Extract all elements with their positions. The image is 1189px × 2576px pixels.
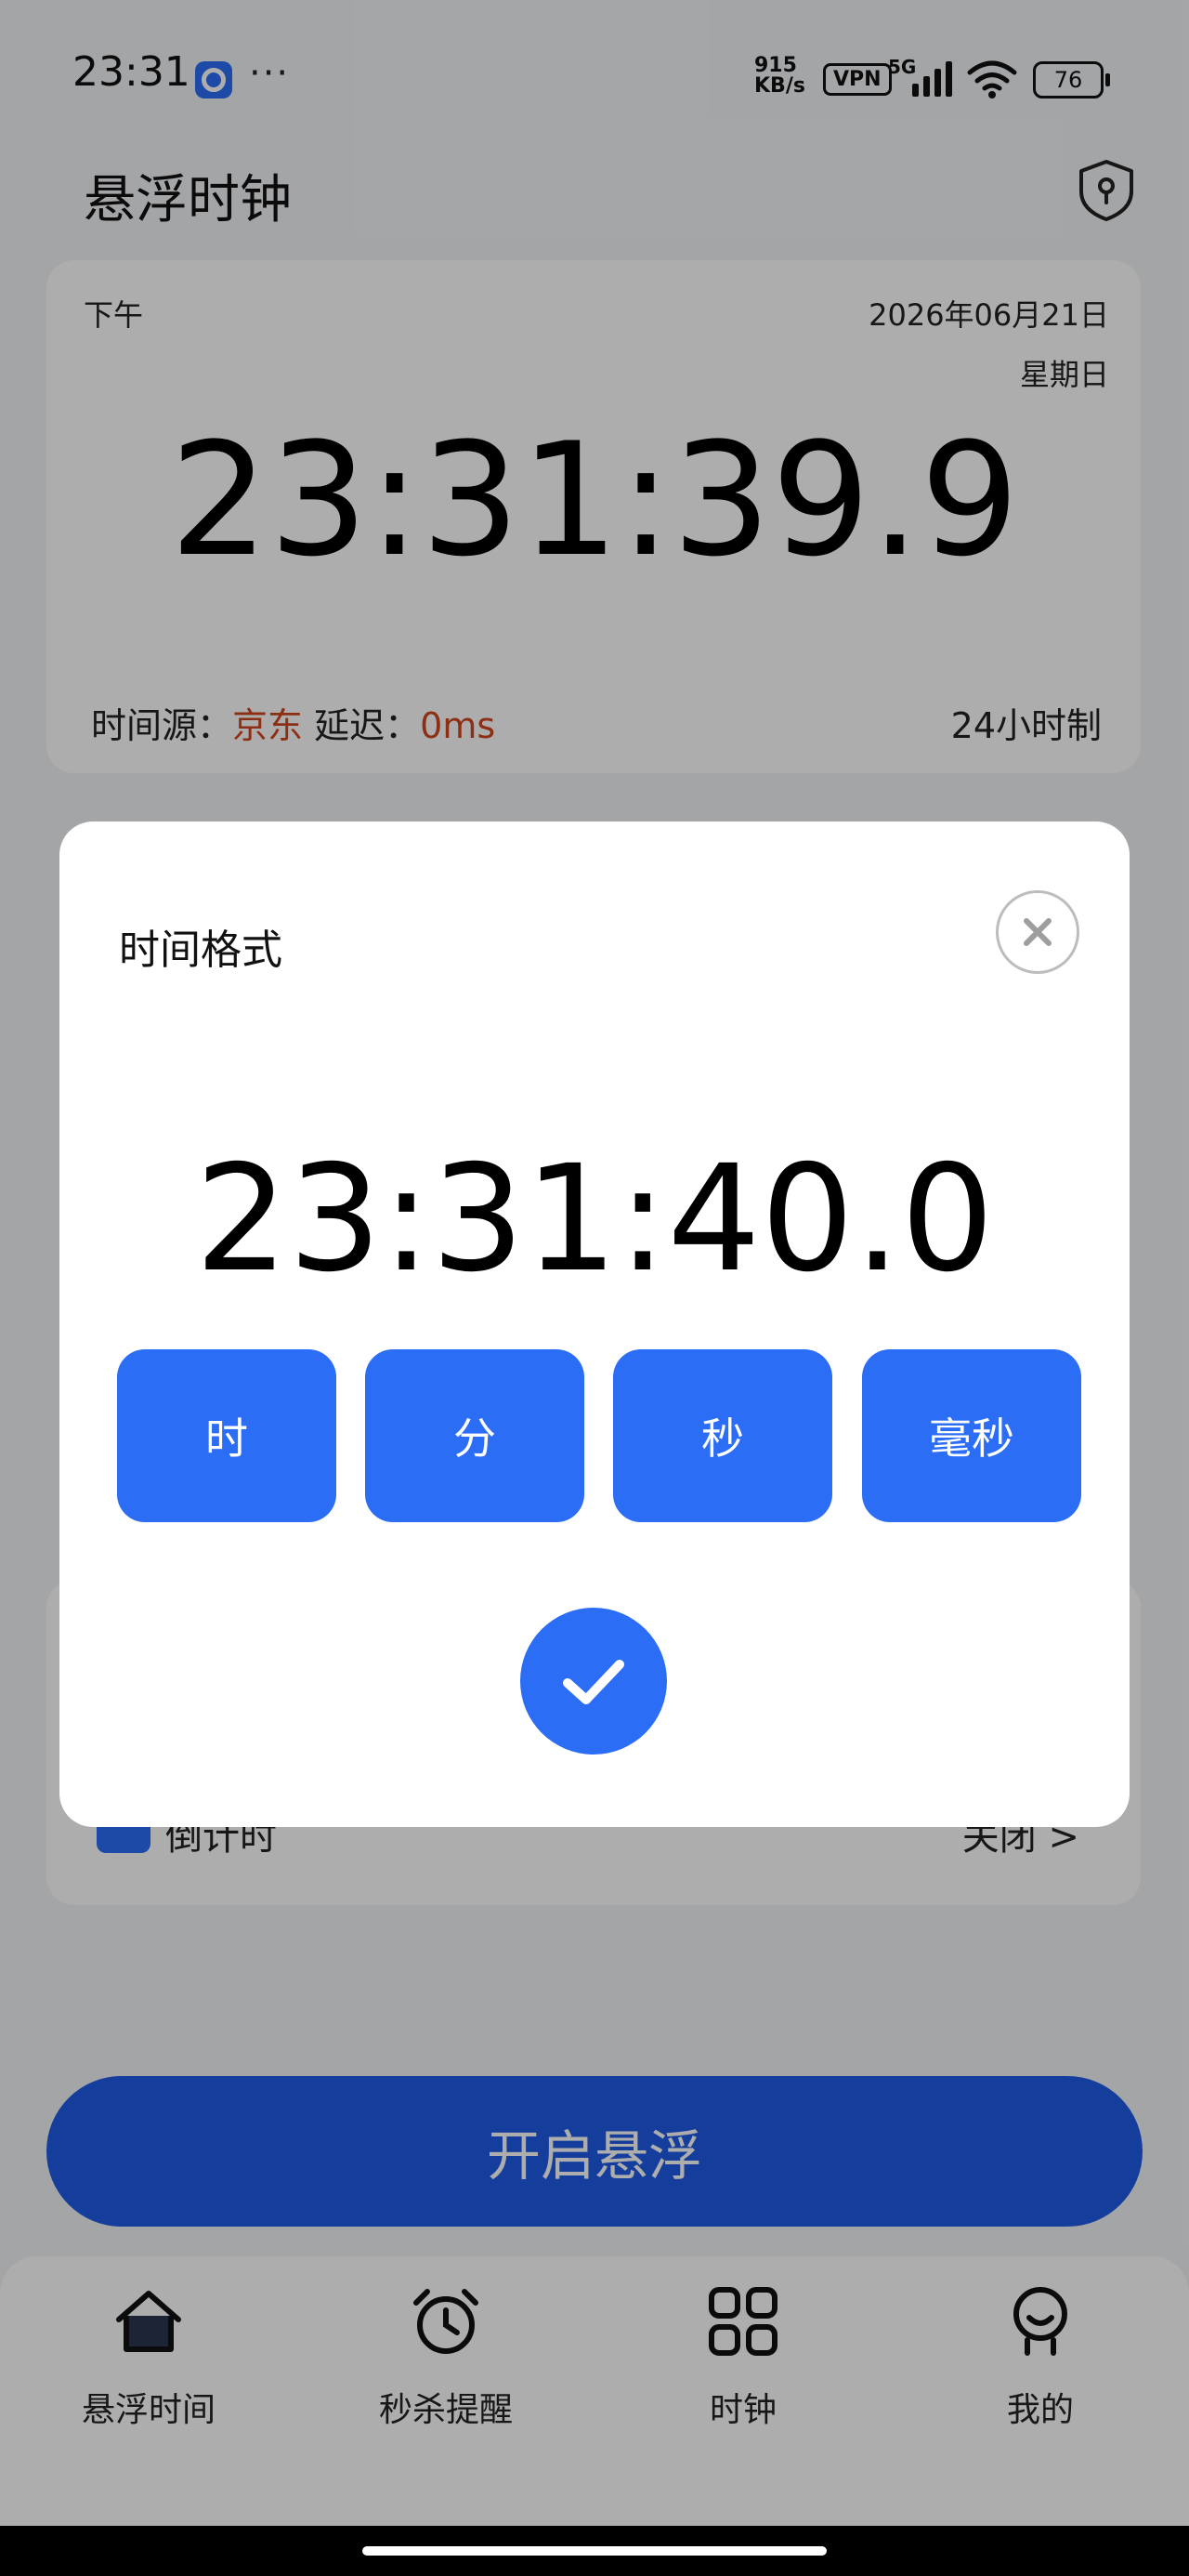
dialog-title: 时间格式 (119, 927, 282, 974)
close-icon (1024, 918, 1052, 946)
close-button[interactable] (996, 890, 1079, 974)
checkmark-icon (563, 1660, 624, 1704)
hour-unit-button[interactable]: 时 (117, 1349, 336, 1522)
preview-time: 23:31:40.0 (194, 1134, 995, 1305)
gesture-bar[interactable] (362, 2546, 827, 2556)
second-unit-button[interactable]: 秒 (613, 1349, 832, 1522)
millisecond-unit-button[interactable]: 毫秒 (862, 1349, 1081, 1522)
confirm-button[interactable] (520, 1608, 667, 1755)
minute-unit-button[interactable]: 分 (365, 1349, 584, 1522)
